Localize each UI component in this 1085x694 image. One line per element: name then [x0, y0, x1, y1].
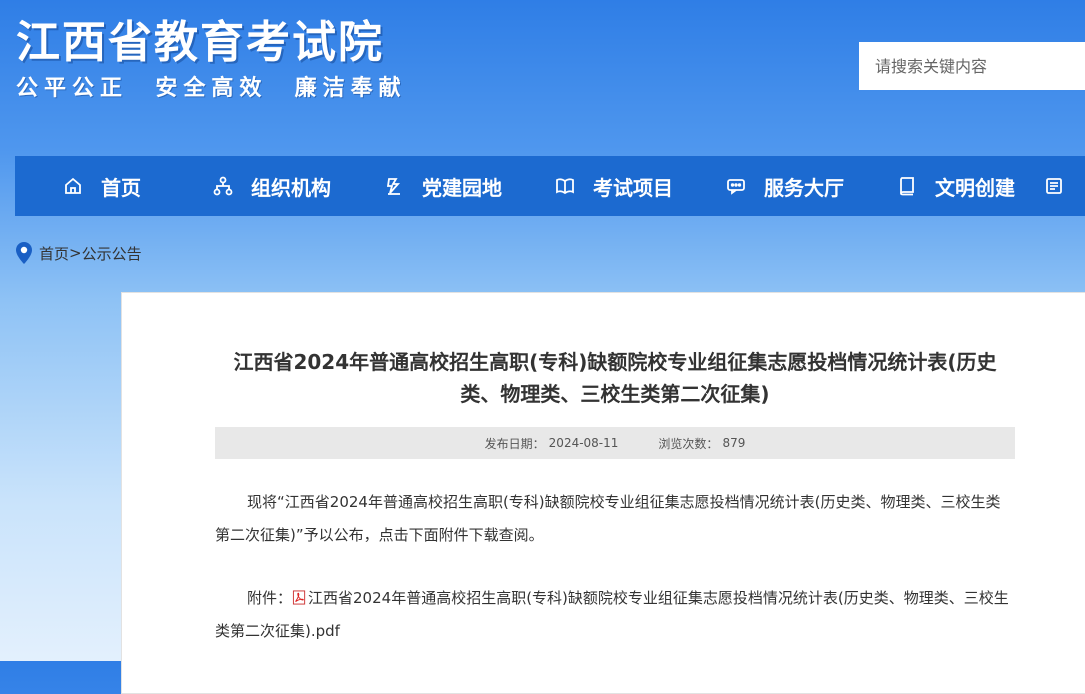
- breadcrumb-current-link[interactable]: 公示公告: [82, 243, 142, 264]
- nav-item-organization[interactable]: 组织机构: [165, 156, 336, 216]
- attachment-line: 附件： 江西省2024年普通高校招生高职(专科)缺额院校专业组征集志愿投档情况统计…: [215, 582, 1010, 648]
- nav-item-label: 服务大厅: [764, 175, 844, 200]
- search-input[interactable]: [859, 42, 1085, 90]
- nav-item-civilization[interactable]: 文明创建: [849, 156, 1020, 216]
- breadcrumb: 首页 > 公示公告: [15, 241, 142, 265]
- breadcrumb-separator: >: [69, 244, 82, 262]
- nav-item-home[interactable]: 首页: [15, 156, 165, 216]
- breadcrumb-home-link[interactable]: 首页: [39, 243, 69, 264]
- nav-item-label: 组织机构: [251, 175, 331, 200]
- attachment-label: 附件：: [247, 589, 293, 607]
- publish-date: 2024-08-11: [548, 436, 619, 450]
- chat-service-icon: [727, 179, 745, 195]
- party-building-icon: [386, 178, 401, 195]
- main-nav: 首页 组织机构 党建园地 考试项目 服务大厅 文明创建: [15, 156, 1085, 216]
- site-title: 江西省教育考试院: [16, 17, 384, 68]
- location-pin-icon: [16, 242, 32, 264]
- attachment-link[interactable]: 江西省2024年普通高校招生高职(专科)缺额院校专业组征集志愿投档情况统计表(历…: [215, 589, 1009, 640]
- nav-item-label: 党建园地: [422, 175, 502, 200]
- nav-item-party-building[interactable]: 党建园地: [336, 156, 507, 216]
- article-meta: 发布日期： 2024-08-11 浏览次数： 879: [215, 427, 1015, 459]
- nav-item-label: 首页: [101, 175, 141, 200]
- open-book-icon: [556, 178, 574, 195]
- pdf-icon: [292, 590, 306, 605]
- org-chart-icon: [213, 176, 233, 196]
- article-paragraph: 现将“江西省2024年普通高校招生高职(专科)缺额院校专业组征集志愿投档情况统计…: [215, 493, 1001, 544]
- views-label: 浏览次数：: [658, 436, 719, 451]
- publish-date-label: 发布日期：: [484, 436, 545, 451]
- newspaper-icon: [1046, 178, 1062, 194]
- nav-item-exam-projects[interactable]: 考试项目: [507, 156, 678, 216]
- site-slogan: 公平公正 安全高效 廉洁奉献: [16, 76, 407, 101]
- home-icon: [65, 177, 81, 194]
- nav-item-service-hall[interactable]: 服务大厅: [678, 156, 849, 216]
- book-icon: [900, 177, 914, 196]
- nav-item-more[interactable]: [1020, 156, 1062, 216]
- views-count: 879: [722, 436, 746, 450]
- article-title: 江西省2024年普通高校招生高职(专科)缺额院校专业组征集志愿投档情况统计表(历…: [233, 350, 997, 406]
- nav-item-label: 考试项目: [593, 175, 673, 200]
- nav-item-label: 文明创建: [935, 175, 1015, 200]
